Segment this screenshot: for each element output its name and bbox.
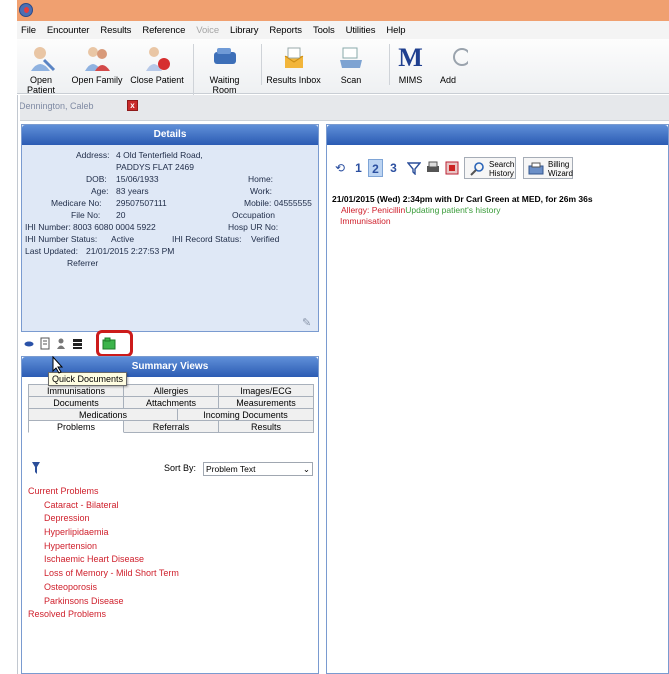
eye-icon[interactable] [24, 337, 34, 350]
menu-reference[interactable]: Reference [142, 25, 185, 36]
patient-tab-strip: Dennington, Caleb x [17, 95, 669, 121]
open-patient-button[interactable]: Open Patient [17, 44, 65, 95]
details-body: Address: 4 Old Tenterfield Road, PADDYS … [22, 145, 318, 331]
page-2-button[interactable]: 2 [368, 159, 383, 177]
chevron-down-icon: ⌄ [302, 464, 310, 474]
menu-library[interactable]: Library [230, 25, 258, 36]
patient-tab[interactable]: Dennington, Caleb [19, 101, 94, 111]
quick-documents-tooltip: Quick Documents [48, 372, 128, 386]
list-item[interactable]: Parkinsons Disease [28, 595, 179, 609]
list-item[interactable]: Depression [28, 512, 179, 526]
menu-file[interactable]: File [21, 25, 36, 36]
page-3-button[interactable]: 3 [386, 159, 401, 177]
window-titlebar [17, 0, 669, 21]
print-icon[interactable] [426, 161, 440, 175]
summary-views-panel: Summary Views Immunisations Allergies Im… [21, 356, 319, 674]
filter-icon[interactable] [407, 161, 421, 175]
add-icon [448, 44, 478, 72]
list-item[interactable]: Cataract - Bilateral [28, 499, 179, 513]
add-button[interactable]: Add [440, 44, 471, 85]
billing-icon [528, 162, 544, 175]
wrench-icon[interactable]: ✎ [302, 316, 314, 329]
results-inbox-button[interactable]: Results Inbox [261, 44, 321, 85]
tab-problems[interactable]: Problems [28, 420, 124, 433]
list-item[interactable]: Ischaemic Heart Disease [28, 553, 179, 567]
record-icon[interactable] [445, 161, 459, 175]
filter-icon[interactable] [32, 461, 40, 475]
details-header: Details [22, 125, 318, 145]
stack-icon[interactable] [72, 337, 82, 350]
close-patient-tab-icon[interactable]: x [127, 100, 138, 111]
mims-button[interactable]: M MIMS [389, 44, 429, 85]
close-patient-button[interactable]: Close Patient [129, 44, 185, 85]
allergy-entry: Allergy: PenicillinUpdating patient's hi… [341, 205, 501, 215]
app-icon [19, 3, 33, 17]
person-icon[interactable] [56, 337, 66, 350]
menu-reports[interactable]: Reports [269, 25, 302, 36]
menu-help[interactable]: Help [386, 25, 405, 36]
encounter-header[interactable]: 21/01/2015 (Wed) 2:34pm with Dr Carl Gre… [332, 194, 593, 204]
details-panel: Details Address: 4 Old Tenterfield Road,… [21, 124, 319, 332]
tab-referrals[interactable]: Referrals [123, 420, 219, 433]
open-family-icon [82, 44, 112, 72]
clinical-record-panel: ⟲ 1 2 3 Search History Billing Wizard 21… [326, 124, 669, 674]
sort-row: Sort By: Problem Text ⌄ [28, 459, 314, 479]
left-border [17, 95, 20, 674]
waiting-room-icon [210, 44, 240, 72]
list-item[interactable]: Osteoporosis [28, 581, 179, 595]
tab-results[interactable]: Results [218, 420, 314, 433]
close-patient-icon [142, 44, 172, 72]
list-item[interactable]: Loss of Memory - Mild Short Term [28, 567, 179, 581]
waiting-room-button[interactable]: Waiting Room [193, 44, 251, 95]
record-toolbar: ⟲ 1 2 3 Search History Billing Wizard [327, 153, 669, 183]
immunisation-entry: Immunisation [340, 216, 391, 226]
resolved-problems-header[interactable]: Resolved Problems [28, 608, 179, 622]
quick-toolbar [22, 334, 318, 354]
current-problems-header[interactable]: Current Problems [28, 485, 179, 499]
document-icon[interactable] [40, 337, 50, 350]
scan-icon [336, 44, 366, 72]
main-toolbar: Open Patient Open Family Close Patient W… [17, 39, 669, 95]
billing-wizard-button[interactable]: Billing Wizard [523, 157, 573, 179]
menu-results[interactable]: Results [100, 25, 131, 36]
refresh-icon[interactable]: ⟲ [335, 161, 345, 175]
open-family-button[interactable]: Open Family [71, 44, 123, 85]
menu-bar: File Encounter Results Reference Voice L… [17, 21, 669, 39]
search-icon [470, 162, 484, 176]
list-item[interactable]: Hypertension [28, 540, 179, 554]
menu-voice: Voice [196, 24, 220, 36]
scan-button[interactable]: Scan [329, 44, 373, 85]
menu-encounter[interactable]: Encounter [47, 25, 90, 36]
results-inbox-icon [279, 44, 309, 72]
menu-tools[interactable]: Tools [313, 25, 335, 36]
problem-list: Current Problems Cataract - Bilateral De… [28, 485, 179, 622]
record-header [327, 125, 668, 145]
mims-icon: M [398, 43, 423, 72]
highlight-annotation [96, 330, 133, 357]
page-1-button[interactable]: 1 [351, 159, 366, 177]
search-history-button[interactable]: Search History [464, 157, 516, 179]
sort-by-select[interactable]: Problem Text ⌄ [203, 462, 313, 476]
open-patient-icon [26, 44, 56, 72]
menu-utilities[interactable]: Utilities [346, 25, 376, 36]
mouse-cursor-icon [52, 356, 64, 374]
list-item[interactable]: Hyperlipidaemia [28, 526, 179, 540]
